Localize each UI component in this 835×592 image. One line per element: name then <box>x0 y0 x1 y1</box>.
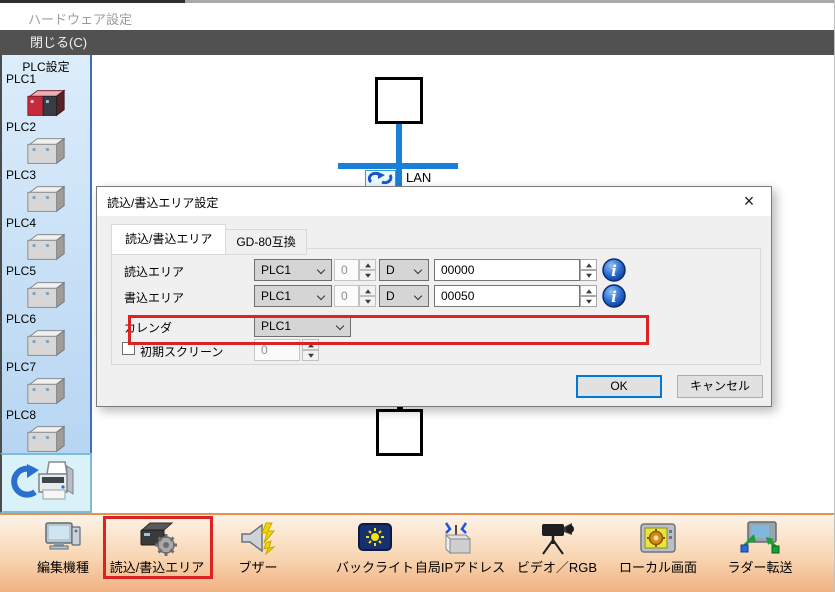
video-camera-icon <box>502 519 612 557</box>
sidebar-item-plc6[interactable]: PLC6 <box>2 312 90 360</box>
sidebar-item-plc7[interactable]: PLC7 <box>2 360 90 408</box>
device-gear-icon <box>102 519 212 557</box>
buzzer-icon <box>203 519 313 557</box>
sidebar-item-plc4[interactable]: PLC4 <box>2 216 90 264</box>
spin-down-icon[interactable] <box>302 350 319 361</box>
plc-unit-icon <box>2 326 90 359</box>
dialog-titlebar: 読込/書込エリア設定 × <box>97 187 771 216</box>
device-node-top[interactable] <box>375 77 423 124</box>
tab-gd80-compat[interactable]: GD-80互換 <box>226 229 306 255</box>
toolbar-item-ladder-transfer[interactable]: ラダー転送 <box>705 519 815 576</box>
plc-unit-icon <box>2 230 90 263</box>
dialog-close-icon[interactable]: × <box>737 190 761 213</box>
spin-up-icon[interactable] <box>580 259 597 270</box>
initial-screen-checkbox[interactable] <box>122 342 135 355</box>
initial-screen-number: 0 <box>254 339 300 361</box>
chevron-down-icon <box>414 266 422 274</box>
plc-unit-icon <box>2 134 90 167</box>
spin-down-icon[interactable] <box>359 296 376 307</box>
initial-screen-label: 初期スクリーン <box>140 343 223 360</box>
write-area-label: 書込エリア <box>124 289 184 306</box>
plc-unit-icon <box>2 182 90 215</box>
spin-down-icon[interactable] <box>580 296 597 307</box>
window-titlebar: ハードウェア設定 <box>0 3 835 30</box>
read-cpu-number: 0 <box>334 259 359 281</box>
plc-unit-icon <box>2 374 90 407</box>
sidebar-item-plc1[interactable]: PLC1 <box>2 72 90 120</box>
write-cpu-spinner[interactable] <box>359 285 376 307</box>
read-cpu-spinner[interactable] <box>359 259 376 281</box>
calendar-label: カレンダ <box>124 319 172 336</box>
window-title: ハードウェア設定 <box>28 9 132 28</box>
sidebar-item-plc5[interactable]: PLC5 <box>2 264 90 312</box>
lan-bus-line <box>338 163 458 169</box>
ip-address-icon <box>405 519 515 557</box>
hardware-settings-window: ハードウェア設定 x 閉じる(C) PLC設定 PLC1 PLC2 PLC3 P… <box>0 0 835 592</box>
menubar: 閉じる(C) <box>0 30 835 55</box>
printer-transfer-panel[interactable] <box>0 453 92 513</box>
write-plc-select[interactable]: PLC1 <box>254 285 332 307</box>
spin-up-icon[interactable] <box>359 285 376 296</box>
printer-transfer-icon <box>9 458 83 508</box>
spin-down-icon[interactable] <box>359 270 376 281</box>
dialog-tabs: 読込/書込エリア GD-80互換 <box>111 224 307 255</box>
lan-label: LAN <box>406 170 431 185</box>
ladder-transfer-icon <box>705 519 815 557</box>
read-address-spinner[interactable] <box>580 259 597 281</box>
plc-unit-icon <box>2 278 90 311</box>
toolbar-item-video-rgb[interactable]: ビデオ／RGB <box>502 519 612 576</box>
ok-button[interactable]: OK <box>576 375 662 398</box>
bottom-toolbar: 編集機種 読込/書込エリア ブザー バックライト 自局IPアドレス <box>0 513 835 592</box>
chevron-down-icon <box>317 266 325 274</box>
menu-close[interactable]: 閉じる(C) <box>18 30 99 55</box>
window-top-edge-dark <box>0 0 185 3</box>
initial-screen-spinner[interactable] <box>302 339 319 361</box>
cancel-button[interactable]: キャンセル <box>677 375 763 398</box>
device-node-bottom[interactable] <box>376 409 423 456</box>
chevron-down-icon <box>336 322 344 330</box>
plc-unit-icon <box>2 422 90 455</box>
toolbar-item-read-write-area[interactable]: 読込/書込エリア <box>102 519 212 576</box>
chevron-down-icon <box>414 292 422 300</box>
calendar-plc-select[interactable]: PLC1 <box>254 315 351 337</box>
tab-read-write-area[interactable]: 読込/書込エリア <box>111 224 226 255</box>
write-device-select[interactable]: D <box>379 285 429 307</box>
write-cpu-number: 0 <box>334 285 359 307</box>
read-address-input[interactable]: 00000 <box>434 259 580 281</box>
info-icon[interactable]: i <box>601 257 627 283</box>
write-address-input[interactable]: 00050 <box>434 285 580 307</box>
read-plc-select[interactable]: PLC1 <box>254 259 332 281</box>
toolbar-item-local-ip-address[interactable]: 自局IPアドレス <box>405 519 515 576</box>
spin-up-icon[interactable] <box>302 339 319 350</box>
svg-text:i: i <box>611 262 617 280</box>
write-address-spinner[interactable] <box>580 285 597 307</box>
info-icon[interactable]: i <box>601 283 627 309</box>
highlight-read-area-row <box>128 315 649 345</box>
read-area-label: 読込エリア <box>124 263 184 280</box>
spin-up-icon[interactable] <box>580 285 597 296</box>
spin-up-icon[interactable] <box>359 259 376 270</box>
read-device-select[interactable]: D <box>379 259 429 281</box>
plc-sidebar: PLC設定 PLC1 PLC2 PLC3 PLC4 PLC5 <box>0 55 92 453</box>
spin-down-icon[interactable] <box>580 270 597 281</box>
toolbar-item-local-screen[interactable]: ローカル画面 <box>603 519 713 576</box>
sidebar-item-plc3[interactable]: PLC3 <box>2 168 90 216</box>
plc-unit-icon <box>2 86 90 119</box>
read-write-area-dialog: 読込/書込エリア設定 × 読込/書込エリア GD-80互換 読込エリア PLC1… <box>96 186 772 407</box>
tab-page-read-write: 読込エリア PLC1 0 D 00000 i 書込エリア PLC1 <box>111 248 761 365</box>
svg-text:i: i <box>611 288 617 306</box>
local-screen-icon <box>603 519 713 557</box>
chevron-down-icon <box>317 292 325 300</box>
dialog-title: 読込/書込エリア設定 <box>107 194 218 211</box>
plc-settings-header: PLC設定 <box>2 55 90 72</box>
sidebar-item-plc8[interactable]: PLC8 <box>2 408 90 456</box>
toolbar-item-buzzer[interactable]: ブザー <box>203 519 313 576</box>
sidebar-item-plc2[interactable]: PLC2 <box>2 120 90 168</box>
